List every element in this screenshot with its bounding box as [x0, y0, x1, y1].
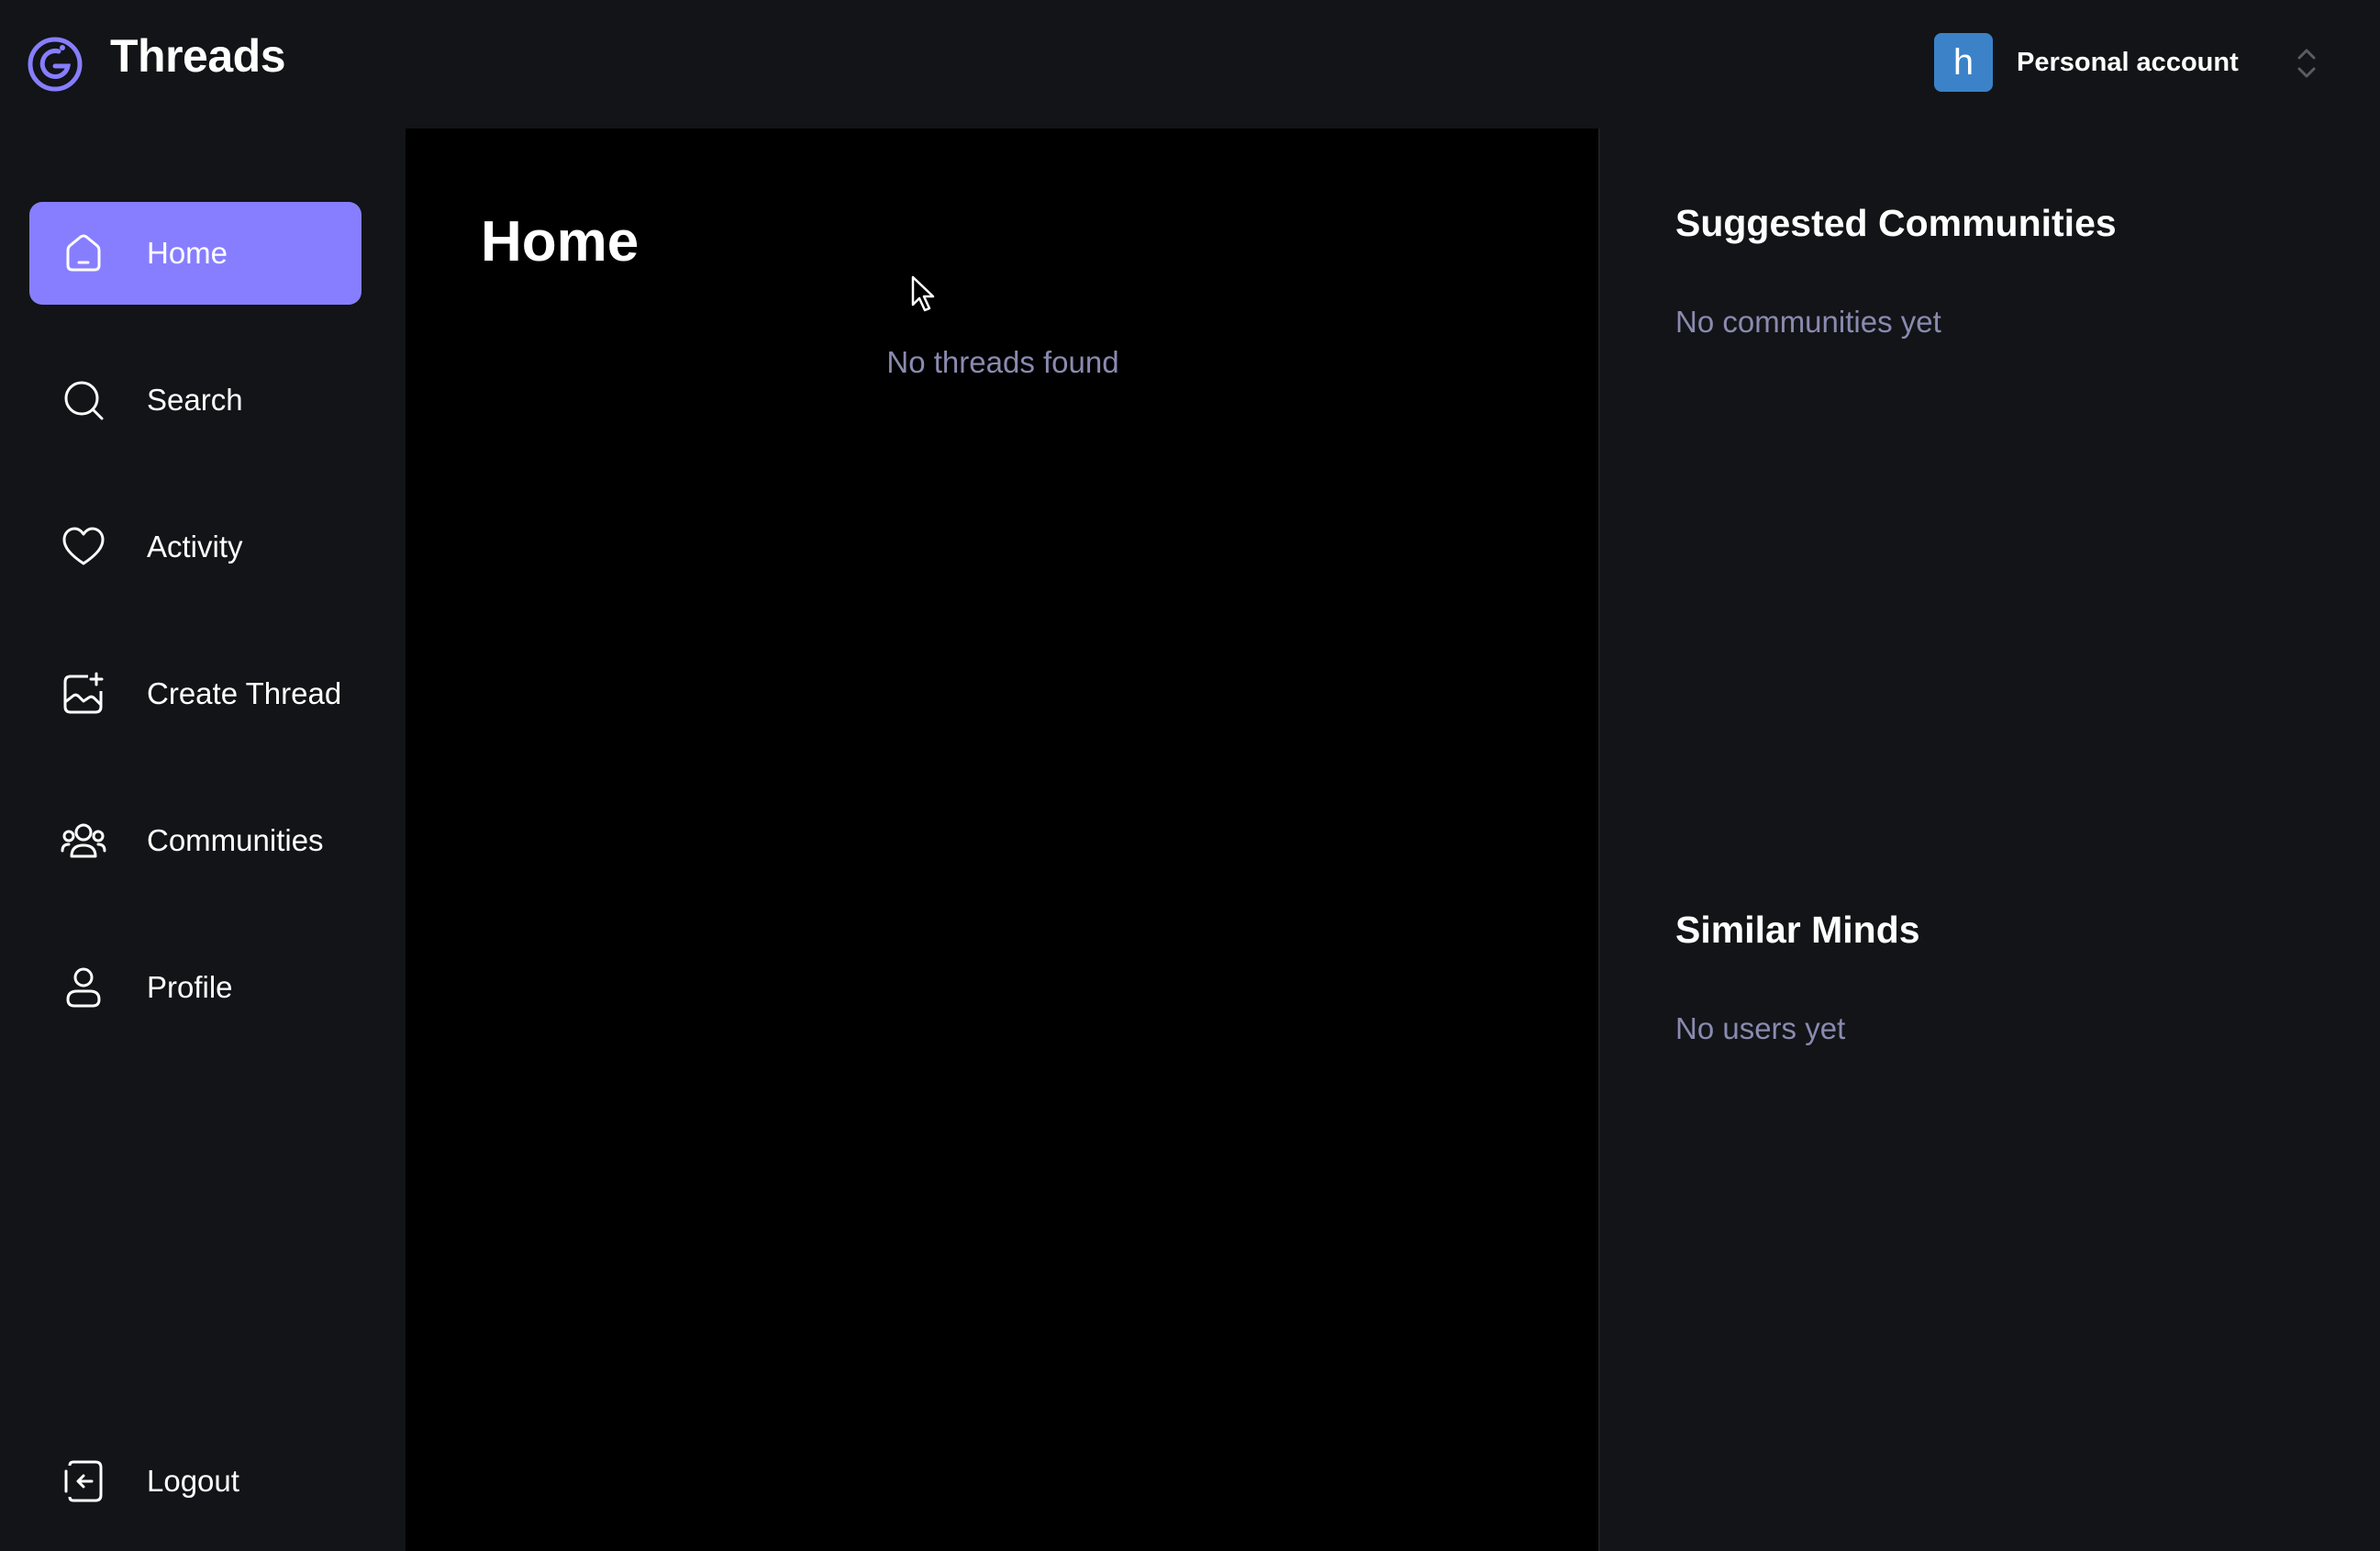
empty-threads-message: No threads found: [886, 345, 1119, 379]
sidebar-item-communities[interactable]: Communities: [29, 789, 361, 892]
sidebar-item-label: Communities: [147, 823, 324, 857]
sidebar-item-profile[interactable]: Profile: [29, 936, 361, 1039]
app-title[interactable]: Threads: [110, 29, 286, 83]
page-title: Home: [481, 210, 639, 273]
home-icon: [66, 234, 101, 272]
sidebar-item-label: Search: [147, 383, 243, 417]
avatar: h: [1934, 33, 1993, 92]
logout-label: Logout: [147, 1464, 239, 1498]
sidebar-item-label: Profile: [147, 970, 233, 1004]
account-switcher[interactable]: h Personal account: [1934, 31, 2329, 94]
sidebar-item-label: Activity: [147, 530, 243, 563]
threads-logo-icon[interactable]: [26, 35, 84, 94]
right-sidebar: Suggested Communities No communities yet…: [1602, 128, 2380, 1551]
logout-button[interactable]: Logout: [29, 1430, 361, 1533]
sidebar-item-home[interactable]: Home: [29, 202, 361, 305]
no-users-message: No users yet: [1675, 1011, 1846, 1045]
sidebar-item-label: Home: [147, 236, 228, 270]
user-icon: [66, 967, 101, 1008]
left-sidebar: Home Search Activity Create Thread Commu…: [0, 128, 406, 1551]
no-communities-message: No communities yet: [1675, 305, 1941, 339]
top-bar: Threads h Personal account: [0, 0, 2380, 128]
suggested-communities-title: Suggested Communities: [1675, 202, 2117, 244]
search-icon: [64, 381, 104, 420]
logout-icon: [64, 1460, 103, 1502]
mouse-cursor-icon: [911, 275, 935, 312]
image-plus-icon: [63, 672, 104, 714]
users-icon: [61, 823, 106, 858]
sidebar-item-search[interactable]: Search: [29, 349, 361, 452]
similar-minds-title: Similar Minds: [1675, 909, 1920, 951]
chevron-up-down-icon: [2297, 49, 2316, 78]
sidebar-item-activity[interactable]: Activity: [29, 496, 361, 598]
sidebar-item-create-thread[interactable]: Create Thread: [29, 642, 361, 745]
heart-icon: [62, 527, 105, 565]
account-label: Personal account: [2017, 47, 2239, 77]
main-content: Home No threads found: [406, 128, 1600, 1551]
sidebar-item-label: Create Thread: [147, 676, 342, 710]
